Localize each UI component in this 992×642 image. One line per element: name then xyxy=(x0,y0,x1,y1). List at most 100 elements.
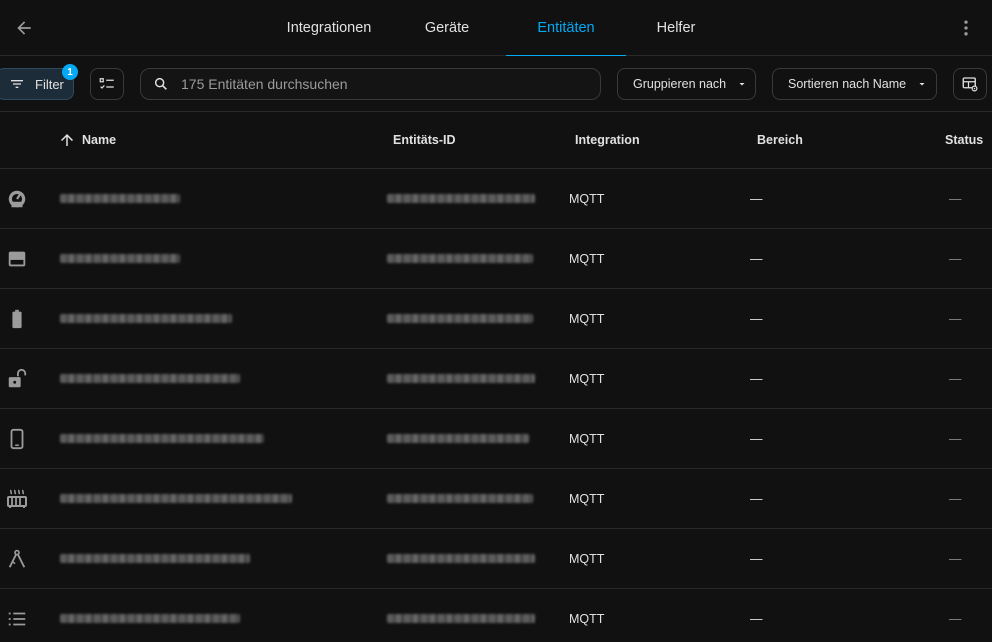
column-header-integration[interactable]: Integration xyxy=(575,112,640,168)
back-button[interactable] xyxy=(4,8,44,48)
entity-id-redacted xyxy=(387,349,535,408)
tab-label: Entitäten xyxy=(537,20,595,36)
top-app-bar: Integrationen Geräte Entitäten Helfer xyxy=(0,0,992,57)
table-row[interactable]: MQTT — — xyxy=(0,469,992,529)
integration-cell: MQTT xyxy=(569,191,605,206)
entity-name-redacted xyxy=(60,169,180,228)
status-cell: — xyxy=(949,431,962,446)
search-input[interactable] xyxy=(181,76,581,92)
status-cell: — xyxy=(949,491,962,506)
area-cell: — xyxy=(750,551,763,566)
overflow-menu-button[interactable] xyxy=(946,8,986,48)
area-cell: — xyxy=(750,251,763,266)
tab-label: Geräte xyxy=(424,20,470,36)
area-cell: — xyxy=(750,431,763,446)
integration-cell: MQTT xyxy=(569,611,605,626)
filter-count-badge: 1 xyxy=(62,64,78,80)
entity-id-redacted xyxy=(387,169,535,228)
tab-helpers[interactable]: Helfer xyxy=(626,0,726,56)
lock-open-icon xyxy=(5,367,29,391)
status-cell: — xyxy=(949,371,962,386)
tab-integrations[interactable]: Integrationen xyxy=(270,0,388,56)
status-cell: — xyxy=(949,311,962,326)
status-cell: — xyxy=(949,551,962,566)
table-row[interactable]: MQTT — — xyxy=(0,589,992,642)
entity-name-redacted xyxy=(60,469,292,528)
search-icon xyxy=(154,77,167,90)
area-cell: — xyxy=(750,611,763,626)
entity-id-redacted xyxy=(387,229,533,288)
integration-cell: MQTT xyxy=(569,551,605,566)
integration-cell: MQTT xyxy=(569,251,605,266)
sort-dropdown[interactable]: Sortieren nach Name xyxy=(772,68,937,100)
compass-icon xyxy=(5,547,29,571)
table-row[interactable]: MQTT — — xyxy=(0,289,992,349)
integration-cell: MQTT xyxy=(569,491,605,506)
caret-down-icon xyxy=(739,83,745,86)
table-cog-icon xyxy=(962,77,978,92)
table-row[interactable]: MQTT — — xyxy=(0,349,992,409)
sort-label: Sortieren nach Name xyxy=(788,77,907,91)
group-by-dropdown[interactable]: Gruppieren nach xyxy=(617,68,756,100)
phone-icon xyxy=(5,427,29,451)
entity-name-redacted xyxy=(60,289,232,348)
entity-id-redacted xyxy=(387,529,535,588)
tab-label: Integrationen xyxy=(286,20,372,36)
column-header-name[interactable]: Name xyxy=(58,112,116,168)
tab-devices[interactable]: Geräte xyxy=(388,0,506,56)
caret-down-icon xyxy=(919,83,925,86)
card-icon xyxy=(5,247,29,271)
tab-entities[interactable]: Entitäten xyxy=(506,0,626,57)
table-settings-button[interactable] xyxy=(953,68,987,100)
battery-icon xyxy=(5,307,29,331)
arrow-left-icon xyxy=(17,21,31,35)
gauge-icon xyxy=(5,187,29,211)
radiator-icon xyxy=(5,487,29,511)
entity-id-redacted xyxy=(387,289,533,348)
table-row[interactable]: MQTT — — xyxy=(0,169,992,229)
search-field[interactable] xyxy=(140,68,601,100)
area-cell: — xyxy=(750,191,763,206)
area-cell: — xyxy=(750,371,763,386)
column-header-status[interactable]: Status xyxy=(945,112,983,168)
checklist-icon xyxy=(99,78,114,89)
column-label: Name xyxy=(82,133,117,147)
integration-cell: MQTT xyxy=(569,371,605,386)
status-cell: — xyxy=(949,611,962,626)
column-label: Bereich xyxy=(757,133,803,147)
entity-name-redacted xyxy=(60,349,240,408)
entity-id-redacted xyxy=(387,409,529,468)
entity-id-redacted xyxy=(387,589,535,642)
area-cell: — xyxy=(750,491,763,506)
table-row[interactable]: MQTT — — xyxy=(0,529,992,589)
column-header-area[interactable]: Bereich xyxy=(757,112,803,168)
table-row[interactable]: MQTT — — xyxy=(0,409,992,469)
filter-icon xyxy=(11,80,23,88)
status-cell: — xyxy=(949,251,962,266)
status-cell: — xyxy=(949,191,962,206)
table-header: Name Entitäts-ID Integration Bereich Sta… xyxy=(0,112,992,169)
column-label: Integration xyxy=(575,133,640,147)
table-body: MQTT — — MQTT — — MQTT — — MQTT — — MQTT… xyxy=(0,169,992,642)
area-cell: — xyxy=(750,311,763,326)
integration-cell: MQTT xyxy=(569,431,605,446)
arrow-up-icon xyxy=(61,134,73,146)
column-header-entity-id[interactable]: Entitäts-ID xyxy=(393,112,456,168)
filter-label: Filter xyxy=(35,76,64,92)
list-icon xyxy=(5,607,29,631)
column-label: Entitäts-ID xyxy=(393,133,456,147)
entity-name-redacted xyxy=(60,589,240,642)
group-by-label: Gruppieren nach xyxy=(633,77,727,91)
entity-name-redacted xyxy=(60,409,264,468)
selection-mode-button[interactable] xyxy=(90,68,124,100)
integration-cell: MQTT xyxy=(569,311,605,326)
dots-vertical-icon xyxy=(964,20,968,36)
entity-id-redacted xyxy=(387,469,533,528)
column-label: Status xyxy=(945,133,984,147)
entity-name-redacted xyxy=(60,529,250,588)
search-toolbar: Filter Gruppieren nach Sortieren nach Na… xyxy=(0,56,992,112)
table-row[interactable]: MQTT — — xyxy=(0,229,992,289)
tab-bar: Integrationen Geräte Entitäten Helfer xyxy=(270,0,726,57)
entity-name-redacted xyxy=(60,229,180,288)
tab-label: Helfer xyxy=(656,20,696,36)
